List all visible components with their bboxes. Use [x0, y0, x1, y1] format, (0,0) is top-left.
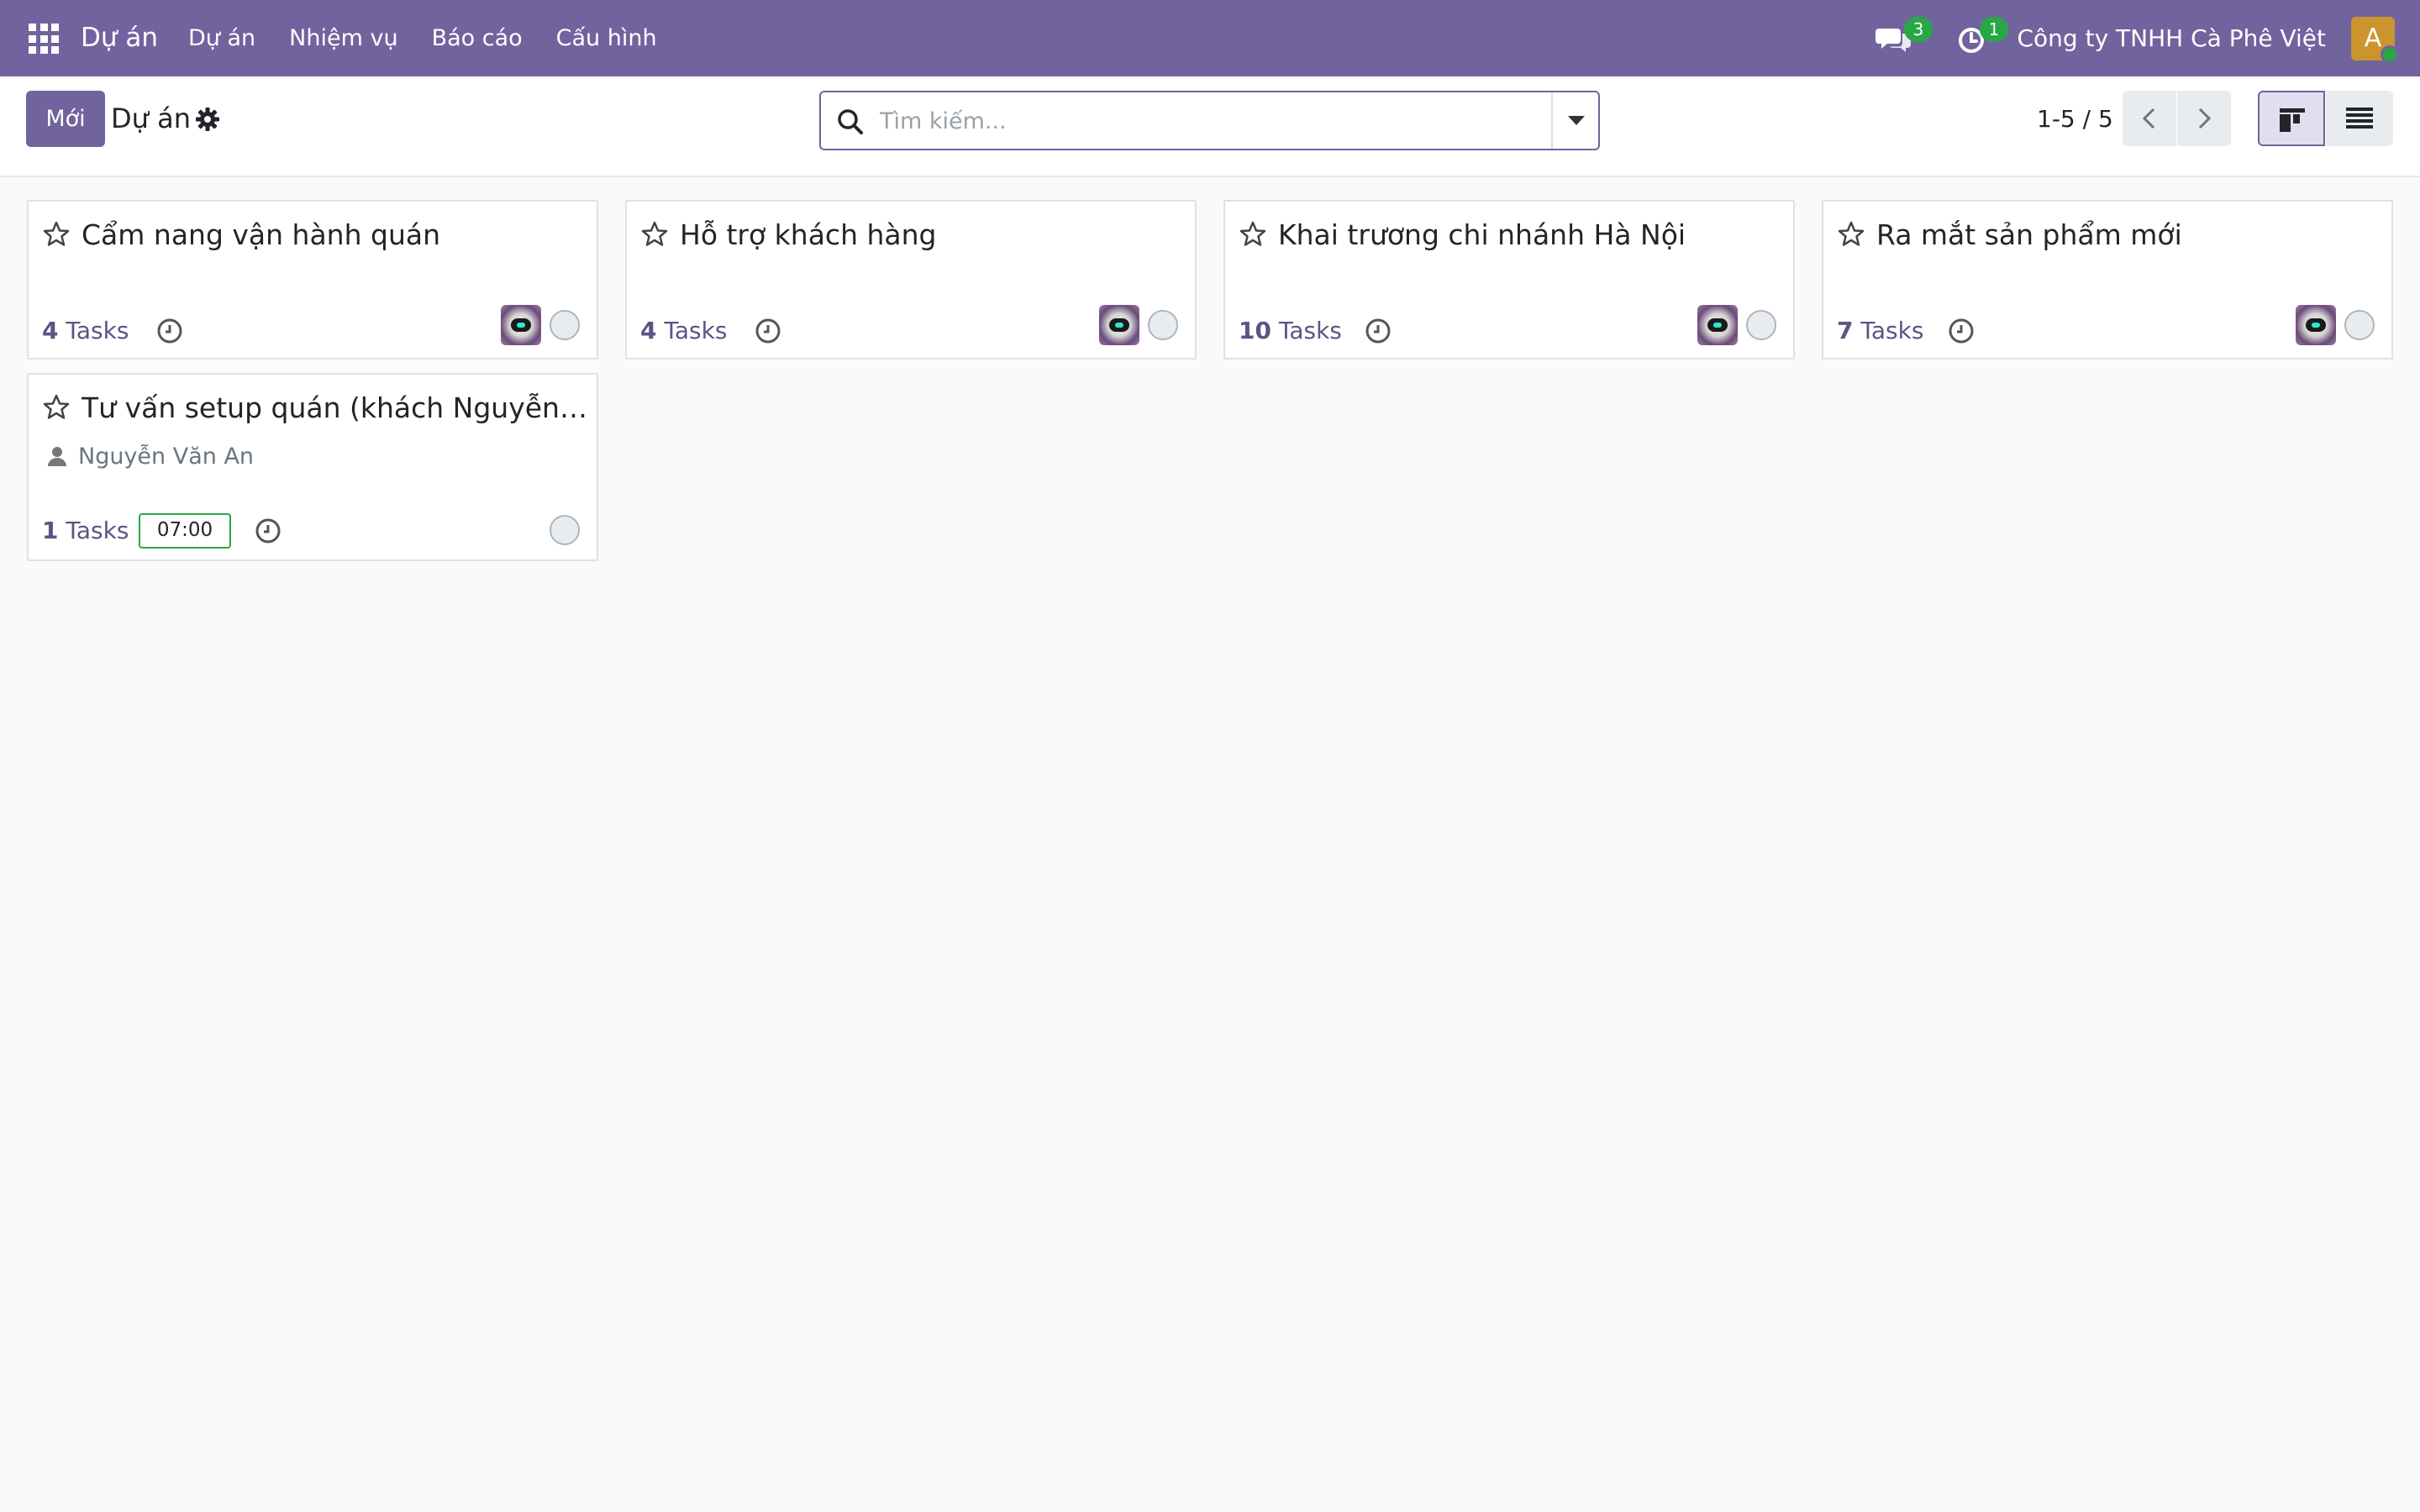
activity-clock-icon[interactable]: [254, 517, 282, 545]
status-indicator[interactable]: [550, 515, 580, 545]
search-bar: [819, 91, 1600, 150]
tasks-link[interactable]: 10 Tasks: [1239, 315, 1342, 347]
date-badge: 07:00: [139, 513, 231, 549]
person-icon: [48, 444, 68, 466]
status-indicator[interactable]: [2344, 310, 2375, 340]
pager-next-button[interactable]: [2177, 91, 2231, 146]
page-title: Dự án: [111, 102, 191, 134]
assignee-avatar[interactable]: [1099, 305, 1139, 345]
project-card[interactable]: Cẩm nang vận hành quán 4 Tasks: [27, 200, 598, 360]
assignee-avatar[interactable]: [1697, 305, 1738, 345]
top-navbar: Dự án Dự án Nhiệm vụ Báo cáo Cấu hình 3 …: [0, 0, 2420, 76]
main-menu: Dự án Nhiệm vụ Báo cáo Cấu hình: [188, 24, 691, 54]
control-panel: Mới Dự án 1-5: [0, 76, 2420, 177]
tasks-label: Tasks: [1278, 317, 1342, 344]
tasks-count: 10: [1239, 317, 1271, 344]
project-name[interactable]: Ra mắt sản phẩm mới: [1876, 217, 2182, 254]
kanban-board: Cẩm nang vận hành quán 4 Tasks Hỗ trợ kh…: [0, 179, 2420, 1512]
assignee-avatar[interactable]: [501, 305, 541, 345]
search-input[interactable]: [880, 101, 1518, 141]
tasks-count: 4: [640, 317, 657, 344]
search-icon: [836, 108, 865, 136]
star-favorite-icon[interactable]: [640, 220, 669, 249]
apps-menu-icon[interactable]: [29, 24, 59, 54]
customer-line: Nguyễn Văn An: [48, 442, 254, 472]
project-name[interactable]: Khai trương chi nhánh Hà Nội: [1278, 217, 1686, 254]
activity-clock-icon[interactable]: [1364, 317, 1392, 345]
chevron-right-icon: [2198, 108, 2212, 129]
tasks-link[interactable]: 4 Tasks: [640, 315, 727, 347]
kanban-view-icon: [2280, 108, 2305, 132]
tasks-label: Tasks: [66, 317, 129, 344]
pager-value[interactable]: 1-5 / 5: [2037, 103, 2113, 135]
menu-item-reports[interactable]: Báo cáo: [432, 24, 523, 54]
project-card[interactable]: Khai trương chi nhánh Hà Nội 10 Tasks: [1223, 200, 1795, 360]
tasks-link[interactable]: 7 Tasks: [1837, 315, 1923, 347]
star-favorite-icon[interactable]: [42, 393, 71, 422]
project-card[interactable]: Hỗ trợ khách hàng 4 Tasks: [625, 200, 1197, 360]
assignee-avatar[interactable]: [2296, 305, 2336, 345]
project-card[interactable]: Ra mắt sản phẩm mới 7 Tasks: [1822, 200, 2393, 360]
customer-name: Nguyễn Văn An: [78, 444, 255, 470]
messages-count-badge: 3: [1904, 17, 1933, 42]
activity-clock-icon[interactable]: [754, 317, 782, 345]
tasks-label: Tasks: [1860, 317, 1924, 344]
project-name[interactable]: Cẩm nang vận hành quán: [82, 217, 440, 254]
list-view-icon: [2346, 108, 2373, 129]
project-card[interactable]: Tư vấn setup quán (khách Nguyễn V... Ngu…: [27, 373, 598, 561]
project-name[interactable]: Tư vấn setup quán (khách Nguyễn V...: [82, 390, 592, 427]
chevron-left-icon: [2142, 108, 2155, 129]
status-indicator[interactable]: [1148, 310, 1178, 340]
menu-item-projects[interactable]: Dự án: [188, 24, 255, 54]
tasks-label: Tasks: [664, 317, 728, 344]
activity-clock-icon[interactable]: [1947, 317, 1975, 345]
activities-count-badge: 1: [1980, 17, 2008, 42]
tasks-link[interactable]: 1 Tasks: [42, 515, 129, 547]
menu-item-configuration[interactable]: Cấu hình: [556, 24, 657, 54]
app-brand[interactable]: Dự án: [81, 20, 158, 55]
list-view-button[interactable]: [2326, 91, 2393, 146]
gear-icon[interactable]: [195, 107, 220, 132]
tasks-count: 1: [42, 517, 59, 544]
activity-clock-icon[interactable]: [155, 317, 184, 345]
user-initial: A: [2364, 24, 2382, 53]
tasks-count: 7: [1837, 317, 1854, 344]
star-favorite-icon[interactable]: [1837, 220, 1865, 249]
menu-item-tasks[interactable]: Nhiệm vụ: [289, 24, 397, 54]
status-indicator[interactable]: [550, 310, 580, 340]
new-button[interactable]: Mới: [26, 91, 105, 147]
online-status-dot: [2381, 45, 2399, 64]
search-options-toggle[interactable]: [1553, 92, 1598, 149]
status-indicator[interactable]: [1746, 310, 1776, 340]
company-switcher[interactable]: Công ty TNHH Cà Phê Việt: [2018, 23, 2327, 55]
user-avatar[interactable]: A: [2351, 17, 2399, 64]
project-name[interactable]: Hỗ trợ khách hàng: [680, 217, 936, 254]
tasks-link[interactable]: 4 Tasks: [42, 315, 129, 347]
star-favorite-icon[interactable]: [1239, 220, 1267, 249]
tasks-count: 4: [42, 317, 59, 344]
kanban-view-button[interactable]: [2258, 91, 2325, 146]
tasks-label: Tasks: [66, 517, 129, 544]
pager-previous-button[interactable]: [2123, 91, 2176, 146]
star-favorite-icon[interactable]: [42, 220, 71, 249]
